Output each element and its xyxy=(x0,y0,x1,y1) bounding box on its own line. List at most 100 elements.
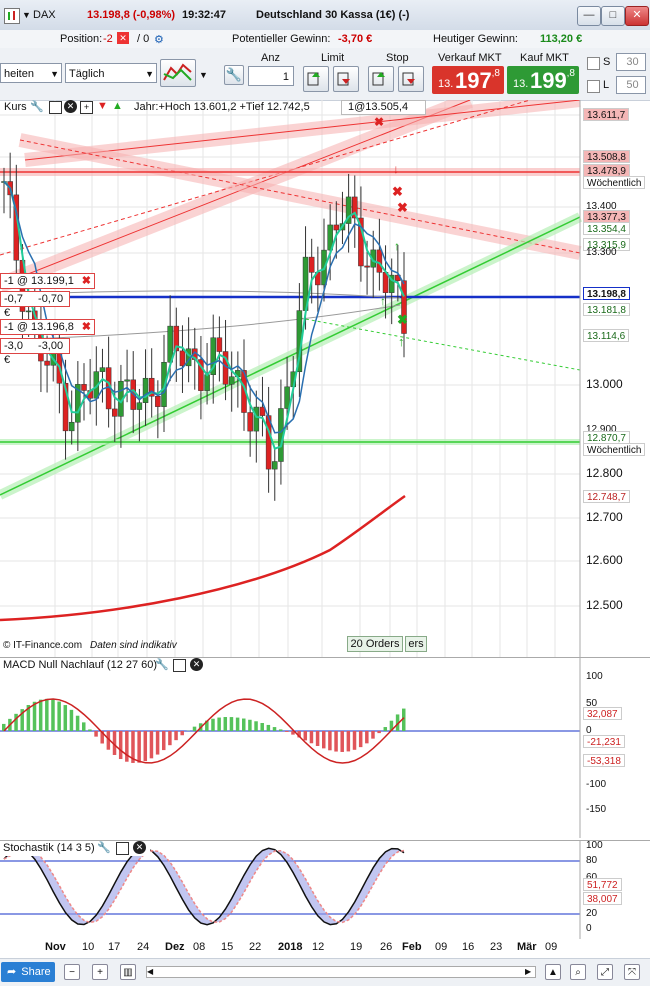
wrench-icon[interactable]: 🔧 xyxy=(97,841,111,854)
macd-bar xyxy=(304,731,308,740)
arrow-down-icon[interactable]: ▼ xyxy=(97,100,108,112)
candle-body xyxy=(82,384,87,390)
window-icon[interactable] xyxy=(116,842,129,855)
data-note: Daten sind indikativ xyxy=(90,640,177,651)
orders-tab-2[interactable]: ers xyxy=(405,636,427,652)
wrench-icon[interactable]: 🔧 xyxy=(30,100,44,113)
time-axis-label: 10 xyxy=(82,941,94,953)
time-scrollbar[interactable]: ◀ ▶ xyxy=(146,966,536,978)
arrow-up-icon[interactable]: ▲ xyxy=(112,100,123,112)
minimize-button[interactable]: — xyxy=(577,6,601,26)
stop-buy-button[interactable] xyxy=(368,66,394,92)
chart-type-icon[interactable] xyxy=(4,8,20,24)
stop-sell-button[interactable] xyxy=(398,66,424,92)
share-button[interactable]: ➦ Share xyxy=(1,962,55,982)
order-tag-1[interactable]: -1 @ 13.199,1 ✖ xyxy=(0,273,95,289)
candle-body xyxy=(69,422,74,431)
macd-bar xyxy=(82,722,86,731)
zoom-in-icon[interactable]: + xyxy=(92,964,108,980)
macd-bar xyxy=(174,731,178,740)
time-axis-label: Feb xyxy=(402,941,422,953)
limit-checkbox[interactable] xyxy=(587,80,600,93)
price-chart[interactable]: ✖ ↓ ✖ ✖ ✖ ↑ ↑ ↑ Kurs 🔧 ✕ + ▼ ▲ Jahr:+Hoc… xyxy=(0,100,650,660)
macd-panel[interactable]: MACD Null Nachlauf (12 27 60) 🔧 ✕ 100503… xyxy=(0,657,650,838)
chart-kurs-label: Kurs xyxy=(4,101,27,113)
time-axis-label: 08 xyxy=(193,941,205,953)
limit-buy-button[interactable] xyxy=(303,66,329,92)
maximize-button[interactable]: □ xyxy=(601,6,625,26)
stochastic-panel[interactable]: Stochastik (14 3 5) 🔧 ✕ 100806051,77238,… xyxy=(0,840,650,941)
settings-icon[interactable]: ⚙ xyxy=(154,33,164,46)
close-order-icon[interactable]: ✖ xyxy=(82,274,91,288)
chart-style-icon[interactable]: ▥ xyxy=(120,964,136,980)
time-axis-label: Mär xyxy=(517,941,537,953)
timeframe-select[interactable]: heiten▼ xyxy=(0,63,62,83)
interval-select[interactable]: Täglich▼ xyxy=(65,63,157,83)
close-position-icon[interactable]: ✕ xyxy=(117,32,129,44)
macd-bar xyxy=(168,731,172,745)
dropdown-arrow-icon[interactable]: ▼ xyxy=(22,10,31,20)
window-icon[interactable] xyxy=(173,659,186,672)
orders-tab[interactable]: 20 Orders xyxy=(347,636,403,652)
time-axis-label: 12 xyxy=(312,941,324,953)
macd-axis: 1005032,0870-21,231-53,318-100-150 xyxy=(581,658,650,838)
add-icon[interactable]: + xyxy=(80,101,93,114)
scroll-left-icon[interactable]: ◀ xyxy=(147,967,157,977)
close-icon[interactable]: ✕ xyxy=(133,841,146,854)
order-toolbar: heiten▼ Täglich▼ ▼ 🔧 Anz 1 Limit Stop Ve… xyxy=(0,48,650,101)
zoom-out-icon[interactable]: − xyxy=(64,964,80,980)
indicator-icon xyxy=(161,60,195,86)
close-button[interactable]: ✕ xyxy=(625,6,649,26)
stochastic-axis: 100806051,77238,007200 xyxy=(581,841,650,939)
buy-button[interactable]: 13. 199 ,8 xyxy=(507,66,579,94)
svg-text:✖: ✖ xyxy=(397,312,408,327)
order-tag-2[interactable]: -1 @ 13.196,8 ✖ xyxy=(0,319,95,335)
close-icon[interactable]: ✕ xyxy=(190,658,203,671)
limit-sell-button[interactable] xyxy=(333,66,359,92)
bottom-toolbar: ➦ Share − + ▥ ◀ ▶ ▲ ⌕ ⤢ ⤧ xyxy=(0,958,650,986)
macd-bar xyxy=(137,731,141,763)
window-icon[interactable] xyxy=(49,101,62,114)
macd-bar xyxy=(242,719,246,731)
price-chart-canvas[interactable]: ✖ ↓ ✖ ✖ ✖ ↑ ↑ ↑ xyxy=(0,100,650,657)
indicator-toggle-icon[interactable]: ▲ xyxy=(545,964,561,980)
sell-price-fraction: ,8 xyxy=(492,68,500,79)
search-icon[interactable]: ⌕ xyxy=(570,964,586,980)
fit-icon[interactable]: ⤢ xyxy=(597,964,613,980)
order-tag-2-label: -1 @ 13.196,8 xyxy=(4,321,74,333)
sell-button[interactable]: 13. 197 ,8 xyxy=(432,66,504,94)
stop-distance-input[interactable]: 30 xyxy=(616,53,646,71)
candle-body xyxy=(309,257,314,272)
wrench-icon[interactable]: 🔧 xyxy=(155,658,169,671)
price-axis-label: 13.198,8 xyxy=(583,287,630,300)
macd-bar xyxy=(76,716,80,731)
stop-sell-icon xyxy=(399,67,423,91)
macd-bar xyxy=(193,727,197,731)
fullscreen-icon[interactable]: ⤧ xyxy=(624,964,640,980)
macd-bar xyxy=(57,702,61,731)
close-order-icon[interactable]: ✖ xyxy=(82,320,91,334)
stochastic-axis-label: 80 xyxy=(583,854,600,867)
limit-distance-input[interactable]: 50 xyxy=(616,76,646,94)
stochastic-axis-label: 38,007 xyxy=(583,892,622,905)
macd-axis-label: -100 xyxy=(583,778,609,791)
close-icon[interactable]: ✕ xyxy=(64,100,77,113)
wrench-icon[interactable]: 🔧 xyxy=(224,65,244,85)
chevron-down-icon[interactable]: ▼ xyxy=(199,70,208,80)
macd-bar xyxy=(260,723,264,731)
scroll-right-icon[interactable]: ▶ xyxy=(525,967,535,977)
price-axis-label: 13.114,6 xyxy=(583,329,629,342)
stop-checkbox[interactable] xyxy=(587,57,600,70)
chevron-down-icon: ▼ xyxy=(50,64,59,84)
macd-bar xyxy=(347,731,351,751)
price-axis-label: 13.300 xyxy=(583,246,620,259)
indicator-button[interactable] xyxy=(160,59,196,87)
top-order-label[interactable]: 1@13.505,4 xyxy=(341,100,426,115)
buy-label: Kauf MKT xyxy=(520,52,569,64)
clock: 19:32:47 xyxy=(182,9,226,21)
macd-axis-label: -21,231 xyxy=(583,735,625,748)
svg-text:↓: ↓ xyxy=(393,162,399,176)
macd-bar xyxy=(33,702,37,731)
quantity-input[interactable]: 1 xyxy=(248,66,294,86)
macd-bar xyxy=(279,729,283,731)
